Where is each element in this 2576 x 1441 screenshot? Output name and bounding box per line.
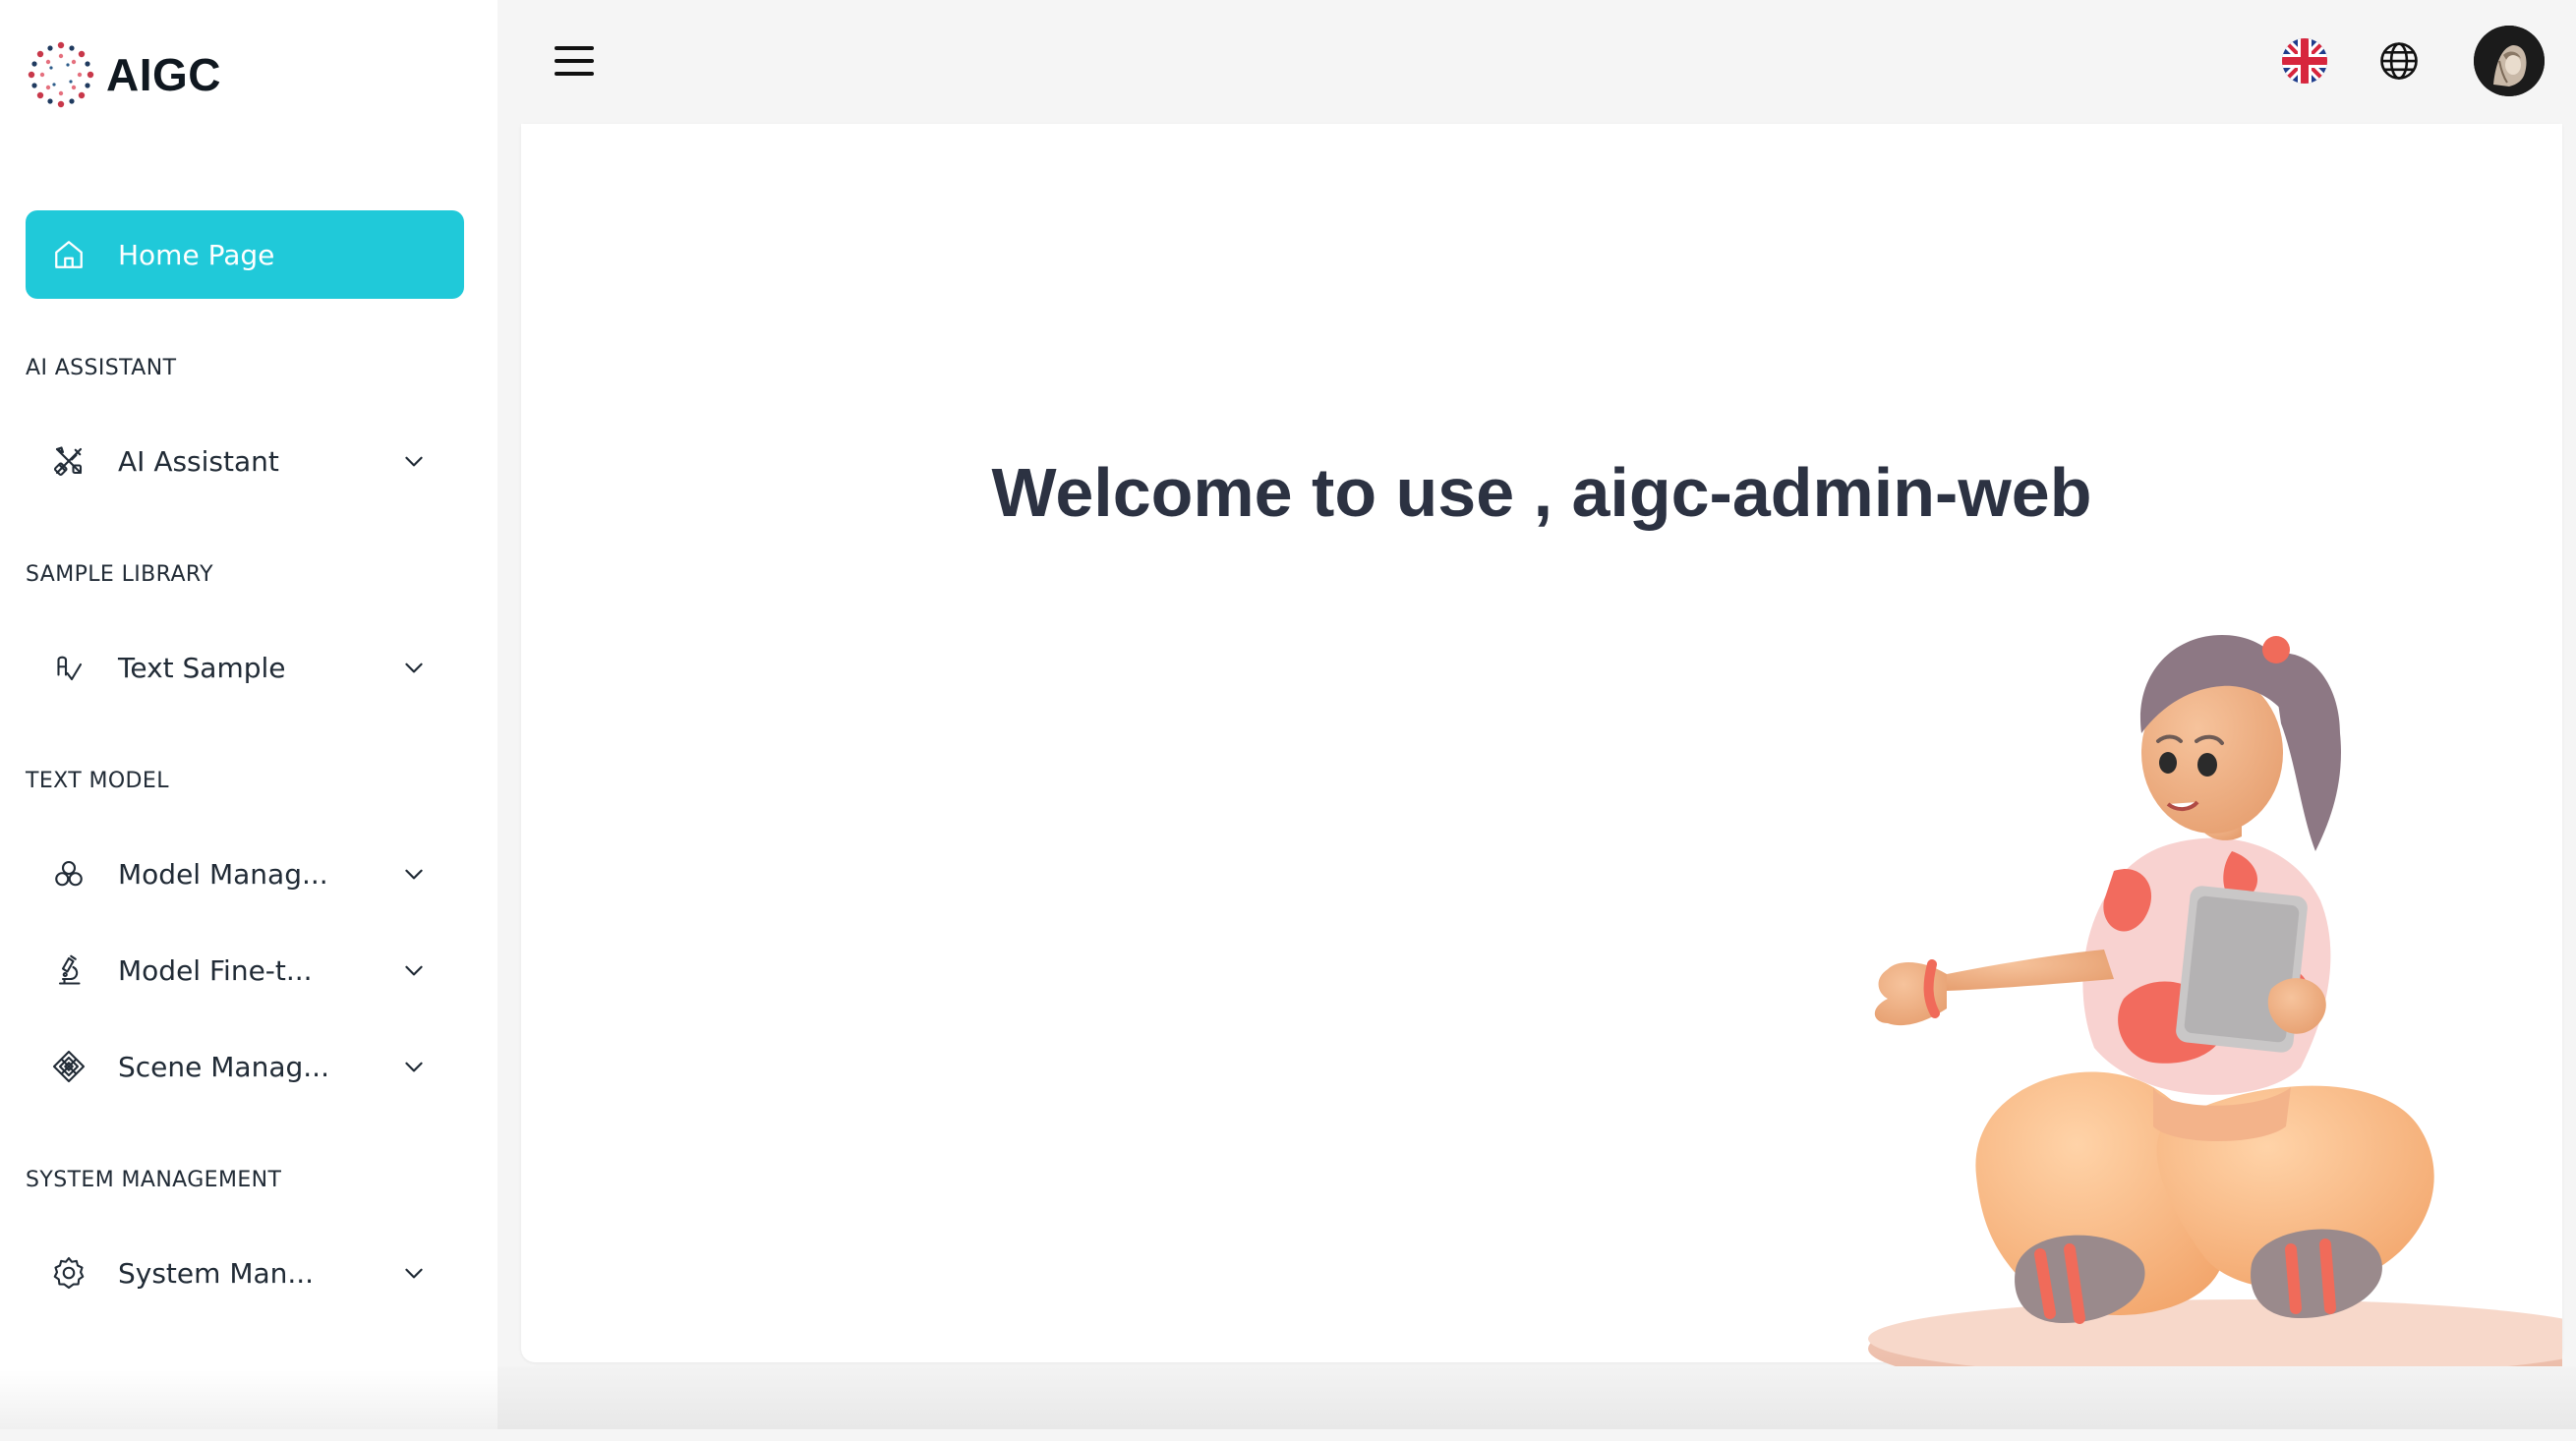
chevron-down-icon xyxy=(405,456,423,467)
section-header-text-model: TEXT MODEL xyxy=(26,769,169,793)
nav-text-sample[interactable]: Text Sample xyxy=(26,623,464,712)
app-name: AIGC xyxy=(106,49,221,100)
sidebar: AIGC Home Page AI ASSISTANT AI Assistant… xyxy=(0,0,498,1429)
nav-system-management[interactable]: System Man... xyxy=(26,1229,464,1317)
chevron-down-icon xyxy=(405,869,423,880)
chevron-down-icon xyxy=(405,1268,423,1279)
nav-ai-assistant-label: AI Assistant xyxy=(118,444,279,478)
chevron-down-icon xyxy=(405,1062,423,1072)
section-header-ai-assistant: AI ASSISTANT xyxy=(26,356,177,380)
nav-scene-management-label: Scene Manag... xyxy=(118,1050,329,1083)
nav-system-management-label: System Man... xyxy=(118,1256,315,1290)
avatar-portrait-icon xyxy=(2474,26,2545,96)
nav-home-page[interactable]: Home Page xyxy=(26,210,464,299)
girl-with-tablet-illustration xyxy=(1868,635,2562,1396)
chevron-down-icon xyxy=(405,663,423,673)
nav-ai-assistant[interactable]: AI Assistant xyxy=(26,417,464,505)
user-avatar[interactable] xyxy=(2474,26,2545,96)
nav-home-label: Home Page xyxy=(118,238,275,271)
scene-diamond-icon xyxy=(51,1049,87,1084)
section-header-system-management: SYSTEM MANAGEMENT xyxy=(26,1168,282,1192)
globe-button[interactable] xyxy=(2371,33,2427,88)
nav-model-fine-tuning-label: Model Fine-t... xyxy=(118,953,313,987)
chevron-down-icon xyxy=(405,965,423,976)
globe-icon xyxy=(2380,42,2418,80)
welcome-heading: Welcome to use , aigc-admin-web xyxy=(991,454,2092,531)
nav-scene-management[interactable]: Scene Manag... xyxy=(26,1022,464,1111)
tools-icon xyxy=(51,443,87,479)
text-sample-icon xyxy=(51,650,87,685)
main-content-card: Welcome to use , aigc-admin-web xyxy=(521,124,2562,1396)
microscope-icon xyxy=(51,952,87,988)
nav-model-management-label: Model Manag... xyxy=(118,857,328,891)
nav-model-management[interactable]: Model Manag... xyxy=(26,830,464,918)
page-bottom-area xyxy=(498,1366,2576,1429)
gear-icon xyxy=(51,1255,87,1291)
section-header-sample-library: SAMPLE LIBRARY xyxy=(26,562,214,587)
sidebar-footer-fade xyxy=(0,1370,498,1429)
app-logo[interactable]: AIGC xyxy=(26,37,221,112)
uk-flag-icon xyxy=(2282,38,2327,84)
nav-model-fine-tuning[interactable]: Model Fine-t... xyxy=(26,926,464,1014)
nav-text-sample-label: Text Sample xyxy=(118,651,286,684)
hamburger-menu-icon[interactable] xyxy=(553,39,596,83)
language-switch-button[interactable] xyxy=(2277,33,2332,88)
model-cluster-icon xyxy=(51,856,87,892)
home-icon xyxy=(51,237,87,272)
logo-icon xyxy=(28,41,94,108)
